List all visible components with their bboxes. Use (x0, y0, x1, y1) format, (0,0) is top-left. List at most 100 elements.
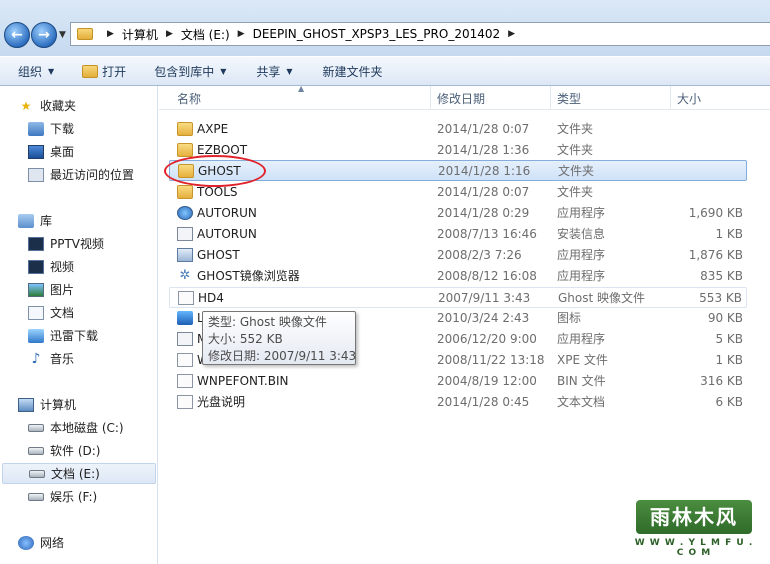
nav-pictures[interactable]: 图片 (28, 279, 156, 300)
column-name[interactable]: 名称 (173, 86, 431, 110)
nav-label: 迅雷下载 (50, 329, 99, 343)
back-button[interactable]: ← (4, 22, 30, 48)
chevron-down-icon: ▼ (220, 66, 227, 76)
address-box[interactable]: ▶ 计算机 ▶ 文档 (E:) ▶ DEEPIN_GHOST_XPSP3_LES… (70, 22, 770, 46)
file-row[interactable]: ✲ GHOST镜像浏览器 2008/8/12 16:08 应用程序 835 KB (169, 266, 747, 287)
tooltip-type: 类型: Ghost 映像文件 (208, 315, 327, 329)
file-date: 2010/3/24 2:43 (437, 311, 530, 325)
file-type: XPE 文件 (557, 353, 608, 367)
folder-icon (177, 122, 193, 136)
breadcrumb-chevron-icon[interactable]: ▶ (238, 29, 245, 39)
folder-icon (177, 185, 193, 199)
nav-desktop[interactable]: 桌面 (28, 141, 156, 162)
nav-label: 文档 (50, 306, 75, 320)
include-library-button[interactable]: 包含到库中 ▼ (154, 63, 226, 80)
breadcrumb-computer[interactable]: 计算机 (122, 26, 158, 43)
breadcrumb-chevron-icon[interactable]: ▶ (166, 29, 173, 39)
nav-label: 收藏夹 (40, 99, 77, 113)
file-date: 2014/1/28 0:07 (437, 122, 530, 136)
file-type: 文件夹 (557, 185, 594, 199)
address-bar-area: ← → ▼ ▶ 计算机 ▶ 文档 (E:) ▶ DEEPIN_GHOST_XPS… (0, 0, 770, 56)
file-size: 90 KB (707, 311, 743, 325)
chevron-down-icon: ▼ (286, 66, 293, 76)
breadcrumb-drive-e[interactable]: 文档 (E:) (181, 26, 230, 43)
nav-downloads[interactable]: 下载 (28, 118, 156, 139)
nav-drive-e[interactable]: 文档 (E:) (2, 463, 156, 484)
file-row[interactable]: AUTORUN 2014/1/28 0:29 应用程序 1,690 KB (169, 203, 747, 224)
nav-label: 文档 (E:) (51, 467, 100, 481)
file-icon (177, 374, 193, 388)
file-name: AUTORUN (197, 206, 257, 220)
nav-drive-f[interactable]: 娱乐 (F:) (28, 486, 156, 507)
file-row[interactable]: GHOST 2008/2/3 7:26 应用程序 1,876 KB (169, 245, 747, 266)
file-row[interactable]: TOOLS 2014/1/28 0:07 文件夹 (169, 182, 747, 203)
file-size: 1 KB (715, 353, 743, 367)
file-row-hovered[interactable]: HD4 2007/9/11 3:43 Ghost 映像文件 553 KB (169, 287, 747, 308)
file-date: 2014/1/28 1:36 (437, 143, 530, 157)
file-row[interactable]: WNPEFONT.BIN 2004/8/19 12:00 BIN 文件 316 … (169, 371, 747, 392)
file-size: 316 KB (700, 374, 743, 388)
nav-computer[interactable]: 计算机 (18, 394, 175, 415)
red-highlight-circle (164, 155, 266, 187)
nav-label: 计算机 (40, 398, 77, 412)
nav-documents[interactable]: 文档 (28, 302, 156, 323)
video-library-icon (28, 236, 44, 251)
breadcrumb-current-folder[interactable]: DEEPIN_GHOST_XPSP3_LES_PRO_201402 (253, 27, 501, 41)
nav-label: 下载 (50, 122, 75, 136)
nav-libraries[interactable]: 库 (18, 210, 175, 231)
column-header-row: ▲ 名称 修改日期 类型 大小 (159, 84, 770, 110)
nav-network[interactable]: 网络 (18, 532, 175, 553)
share-button[interactable]: 共享 ▼ (256, 63, 292, 80)
nav-music[interactable]: ♪ 音乐 (28, 348, 156, 369)
nav-drive-c[interactable]: 本地磁盘 (C:) (28, 417, 156, 438)
file-type: 文件夹 (557, 143, 594, 157)
nav-favorites[interactable]: ★ 收藏夹 (18, 95, 175, 116)
file-name: AXPE (197, 122, 229, 136)
file-date: 2014/1/28 1:16 (438, 164, 531, 178)
recent-pages-dropdown-icon[interactable]: ▼ (59, 30, 66, 40)
file-row[interactable]: 光盘说明 2014/1/28 0:45 文本文档 6 KB (169, 392, 747, 413)
nav-label: 最近访问的位置 (50, 168, 135, 182)
video-library-icon (28, 259, 44, 274)
nav-pptv[interactable]: PPTV视频 (28, 233, 156, 254)
desktop-icon (28, 144, 44, 159)
column-date-modified[interactable]: 修改日期 (433, 86, 551, 110)
open-folder-icon (82, 64, 99, 78)
library-icon (18, 213, 34, 228)
nav-videos[interactable]: 视频 (28, 256, 156, 277)
network-icon (18, 535, 34, 550)
open-label: 打开 (102, 64, 127, 79)
forward-button[interactable]: → (31, 22, 57, 48)
pictures-icon (28, 282, 44, 297)
file-date: 2014/1/28 0:07 (437, 185, 530, 199)
nav-xunlei-downloads[interactable]: 迅雷下载 (28, 325, 156, 346)
nav-label: 网络 (40, 536, 65, 550)
forward-arrow-icon: → (38, 27, 50, 43)
organize-label: 组织 (18, 64, 43, 79)
nav-label: 桌面 (50, 145, 75, 159)
organize-button[interactable]: 组织 ▼ (18, 63, 54, 80)
nav-drive-d[interactable]: 软件 (D:) (28, 440, 156, 461)
file-date: 2008/2/3 7:26 (437, 248, 522, 262)
back-arrow-icon: ← (11, 27, 23, 43)
new-folder-button[interactable]: 新建文件夹 (323, 63, 383, 80)
breadcrumb-chevron-icon[interactable]: ▶ (107, 29, 114, 39)
file-row[interactable]: EZBOOT 2014/1/28 1:36 文件夹 (169, 140, 747, 161)
nav-label: 音乐 (50, 352, 75, 366)
ghost-image-icon (178, 291, 194, 305)
file-name: GHOST (197, 248, 240, 262)
column-size[interactable]: 大小 (673, 86, 763, 110)
breadcrumb-chevron-icon[interactable]: ▶ (508, 29, 515, 39)
column-type[interactable]: 类型 (553, 86, 671, 110)
file-row[interactable]: AUTORUN 2008/7/13 16:46 安装信息 1 KB (169, 224, 747, 245)
setup-info-icon (177, 227, 193, 241)
nav-recent-places[interactable]: 最近访问的位置 (28, 164, 156, 185)
open-button[interactable]: 打开 (82, 63, 126, 80)
nav-label: 图片 (50, 283, 75, 297)
new-folder-label: 新建文件夹 (322, 64, 383, 79)
drive-icon (29, 469, 45, 478)
drive-icon (28, 423, 44, 432)
file-icon (177, 353, 193, 367)
file-type: 图标 (557, 311, 582, 325)
file-row[interactable]: AXPE 2014/1/28 0:07 文件夹 (169, 119, 747, 140)
